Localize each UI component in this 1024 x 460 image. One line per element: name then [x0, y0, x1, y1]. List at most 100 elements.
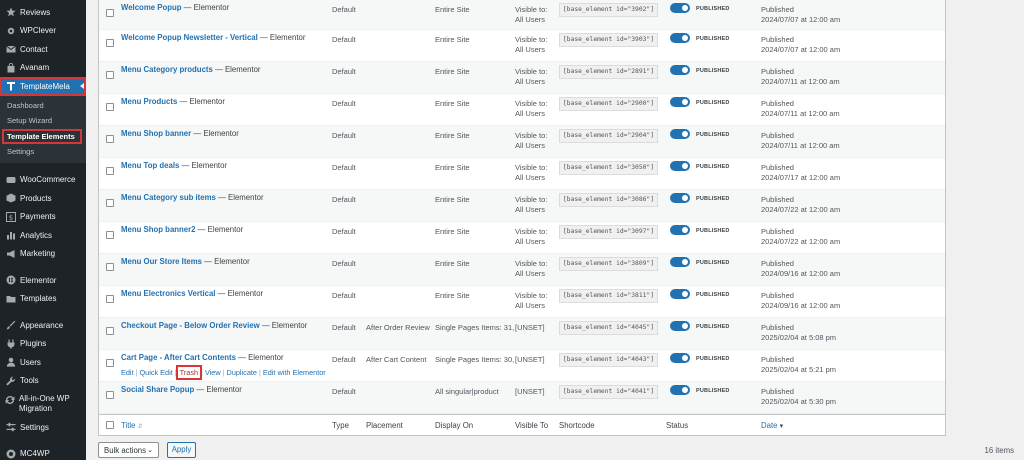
- trash-link[interactable]: Trash: [175, 365, 203, 380]
- row-checkbox[interactable]: [106, 231, 114, 239]
- row-title[interactable]: Welcome Popup Newsletter - Vertical — El…: [121, 33, 305, 43]
- sidebar-item-payments[interactable]: $ Payments: [0, 208, 86, 227]
- separator: |: [258, 368, 261, 377]
- status-label: PUBLISHED: [696, 324, 730, 330]
- row-title[interactable]: Menu Products — Elementor: [121, 97, 225, 107]
- status-toggle[interactable]: [670, 129, 690, 139]
- submenu-dashboard[interactable]: Dashboard: [0, 98, 86, 114]
- row-shortcode[interactable]: [base_element id="3902"]: [559, 3, 658, 17]
- table-row: Menu Shop banner — Elementor Default Ent…: [99, 126, 945, 158]
- sidebar-item-all-in-one-wp-migration[interactable]: All-in-One WP Migration: [0, 390, 86, 418]
- sidebar-item-label: Settings: [20, 422, 49, 432]
- row-title[interactable]: Menu Category sub items — Elementor: [121, 193, 264, 203]
- wrench-icon: [5, 375, 16, 386]
- status-toggle[interactable]: [670, 353, 690, 363]
- status-label: PUBLISHED: [696, 388, 730, 394]
- sidebar-item-settings[interactable]: Settings: [0, 418, 86, 437]
- sidebar-item-avanam[interactable]: Avanam: [0, 59, 86, 78]
- edit-link[interactable]: Edit: [121, 368, 134, 377]
- row-checkbox[interactable]: [106, 71, 114, 79]
- row-shortcode[interactable]: [base_element id="3097"]: [559, 225, 658, 239]
- sidebar-item-plugins[interactable]: Plugins: [0, 335, 86, 354]
- row-shortcode[interactable]: [base_element id="2900"]: [559, 97, 658, 111]
- submenu-settings[interactable]: Settings: [0, 144, 86, 160]
- status-toggle[interactable]: [670, 33, 690, 43]
- row-checkbox[interactable]: [106, 39, 114, 47]
- row-shortcode[interactable]: [base_element id="3809"]: [559, 257, 658, 271]
- row-shortcode[interactable]: [base_element id="2904"]: [559, 129, 658, 143]
- status-toggle[interactable]: [670, 257, 690, 267]
- row-display-on: Single Pages Items: 30,: [435, 355, 515, 364]
- row-checkbox[interactable]: [106, 327, 114, 335]
- status-toggle[interactable]: [670, 225, 690, 235]
- row-title[interactable]: Social Share Popup — Elementor: [121, 385, 242, 395]
- status-toggle[interactable]: [670, 65, 690, 75]
- sidebar-item-templatemela[interactable]: TemplateMela: [0, 77, 86, 96]
- row-checkbox[interactable]: [106, 359, 114, 367]
- sidebar-item-analytics[interactable]: Analytics: [0, 226, 86, 245]
- duplicate-link[interactable]: Duplicate: [227, 368, 257, 377]
- sidebar-item-appearance[interactable]: Appearance: [0, 316, 86, 335]
- sidebar-item-users[interactable]: Users: [0, 353, 86, 372]
- column-title-header[interactable]: Title ⇵: [121, 421, 143, 430]
- apply-button[interactable]: Apply: [167, 442, 196, 458]
- row-checkbox[interactable]: [106, 103, 114, 111]
- status-toggle[interactable]: [670, 289, 690, 299]
- row-shortcode[interactable]: [base_element id="2891"]: [559, 65, 658, 79]
- select-all-checkbox[interactable]: [106, 421, 114, 429]
- status-toggle[interactable]: [670, 385, 690, 395]
- row-title[interactable]: Menu Shop banner — Elementor: [121, 129, 239, 139]
- row-title[interactable]: Welcome Popup — Elementor: [121, 3, 229, 13]
- quick-edit-link[interactable]: Quick Edit: [139, 368, 172, 377]
- row-shortcode[interactable]: [base_element id="4041"]: [559, 385, 658, 399]
- row-checkbox[interactable]: [106, 263, 114, 271]
- row-checkbox[interactable]: [106, 391, 114, 399]
- row-visible-to: Visible to: All Users: [515, 67, 548, 86]
- row-type: Default: [332, 227, 356, 236]
- row-shortcode[interactable]: [base_element id="3086"]: [559, 193, 658, 207]
- sidebar-item-reviews[interactable]: Reviews: [0, 3, 86, 22]
- row-title[interactable]: Checkout Page - Below Order Review — Ele…: [121, 321, 307, 331]
- column-date-header[interactable]: Date ▾: [761, 421, 783, 430]
- row-checkbox[interactable]: [106, 9, 114, 17]
- row-checkbox[interactable]: [106, 199, 114, 207]
- plug-icon: [5, 338, 16, 349]
- sidebar-item-wpclever[interactable]: WPClever: [0, 22, 86, 41]
- column-status-header: Status: [666, 421, 689, 430]
- view-link[interactable]: View: [205, 368, 221, 377]
- row-shortcode[interactable]: [base_element id="3903"]: [559, 33, 658, 47]
- bulk-actions-select[interactable]: Bulk actions ⌄: [98, 442, 159, 458]
- sidebar-item-templates[interactable]: Templates: [0, 290, 86, 309]
- row-checkbox[interactable]: [106, 135, 114, 143]
- status-toggle[interactable]: [670, 321, 690, 331]
- table-row: Welcome Popup — Elementor Default Entire…: [99, 0, 945, 30]
- row-shortcode[interactable]: [base_element id="4045"]: [559, 321, 658, 335]
- sidebar-item-marketing[interactable]: Marketing: [0, 245, 86, 264]
- row-title[interactable]: Menu Electronics Vertical — Elementor: [121, 289, 263, 299]
- status-toggle[interactable]: [670, 3, 690, 13]
- row-title[interactable]: Cart Page - After Cart Contents — Elemen…: [121, 353, 284, 363]
- row-date: Published 2024/07/07 at 12:00 am: [761, 5, 841, 24]
- submenu-setup-wizard[interactable]: Setup Wizard: [0, 113, 86, 129]
- row-title[interactable]: Menu Our Store Items — Elementor: [121, 257, 250, 267]
- row-shortcode[interactable]: [base_element id="3050"]: [559, 161, 658, 175]
- sidebar-item-mc4wp[interactable]: MC4WP: [0, 445, 86, 460]
- sidebar-item-products[interactable]: Products: [0, 189, 86, 208]
- status-toggle[interactable]: [670, 193, 690, 203]
- row-title[interactable]: Menu Top deals — Elementor: [121, 161, 227, 171]
- sidebar-item-woocommerce[interactable]: WooCommerce: [0, 171, 86, 190]
- row-date: Published 2024/09/16 at 12:00 am: [761, 259, 841, 278]
- status-toggle[interactable]: [670, 161, 690, 171]
- sidebar-item-contact[interactable]: Contact: [0, 40, 86, 59]
- row-shortcode[interactable]: [base_element id="3811"]: [559, 289, 658, 303]
- row-checkbox[interactable]: [106, 295, 114, 303]
- row-shortcode[interactable]: [base_element id="4043"]: [559, 353, 658, 367]
- row-checkbox[interactable]: [106, 167, 114, 175]
- sidebar-item-elementor[interactable]: Elementor: [0, 271, 86, 290]
- row-title[interactable]: Menu Shop banner2 — Elementor: [121, 225, 243, 235]
- submenu-template-elements[interactable]: Template Elements: [2, 128, 82, 144]
- status-toggle[interactable]: [670, 97, 690, 107]
- sidebar-item-tools[interactable]: Tools: [0, 372, 86, 391]
- edit-with-elementor-link[interactable]: Edit with Elementor: [263, 368, 326, 377]
- row-title[interactable]: Menu Category products — Elementor: [121, 65, 261, 75]
